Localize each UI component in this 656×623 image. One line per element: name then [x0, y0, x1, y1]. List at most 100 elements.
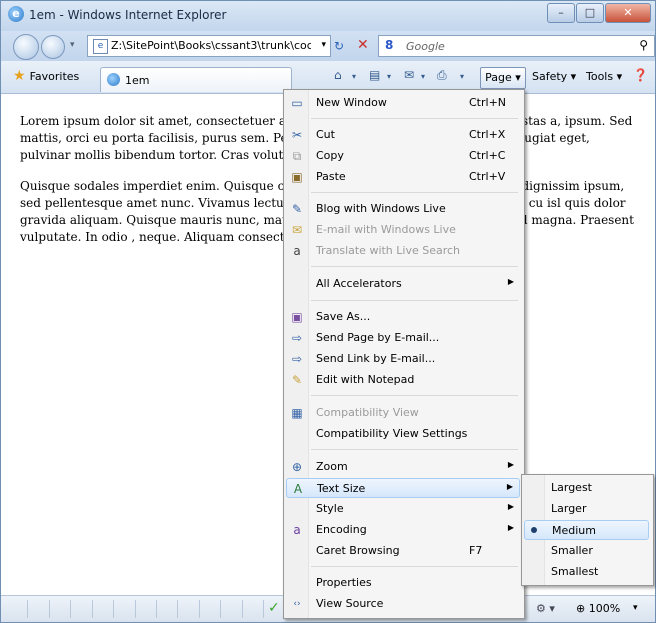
- google-logo-icon: 8: [385, 38, 394, 52]
- refresh-icon[interactable]: ↻: [334, 39, 344, 53]
- menu-separator: [311, 449, 518, 450]
- translate-icon: a: [293, 244, 301, 258]
- minimize-button[interactable]: –: [547, 3, 575, 23]
- menu-item-label: Edit with Notepad: [316, 373, 415, 386]
- menu-item-send-link-email[interactable]: ⇨ Send Link by E-mail...: [286, 349, 520, 369]
- menu-item-label: Blog with Windows Live: [316, 202, 446, 215]
- search-input[interactable]: Google: [406, 40, 445, 53]
- selected-radio-icon: [531, 527, 537, 533]
- print-icon[interactable]: ⎙: [437, 68, 447, 83]
- print-dropdown-icon[interactable]: ▾: [460, 72, 464, 81]
- status-cells: [7, 600, 307, 618]
- text-size-larger[interactable]: Larger: [524, 499, 649, 519]
- menu-item-paste[interactable]: ▣ Paste Ctrl+V: [286, 167, 520, 187]
- menu-item-blog-windows-live[interactable]: ✎ Blog with Windows Live: [286, 199, 520, 219]
- zoom-level[interactable]: ⊕ 100%: [576, 602, 620, 615]
- menu-item-shortcut: Ctrl+N: [469, 96, 507, 109]
- menu-item-save-as[interactable]: ▣ Save As...: [286, 307, 520, 327]
- blog-icon: ✎: [291, 202, 303, 216]
- maximize-button[interactable]: □: [576, 3, 604, 23]
- menu-separator: [311, 300, 518, 301]
- menu-item-shortcut: Ctrl+X: [469, 128, 506, 141]
- zoom-icon: ⊕: [291, 460, 303, 474]
- page-menu: ▭ New Window Ctrl+N ✂ Cut Ctrl+X ⧉ Copy …: [283, 89, 525, 619]
- menu-item-text-size[interactable]: A Text Size ▶: [286, 478, 520, 498]
- recent-pages-dropdown-icon[interactable]: ▾: [70, 40, 75, 50]
- protected-mode-icon[interactable]: ⚙ ▾: [536, 602, 555, 615]
- menu-item-label: Save As...: [316, 310, 371, 323]
- mail-icon[interactable]: ✉: [404, 68, 414, 82]
- home-icon[interactable]: ⌂: [334, 68, 342, 82]
- menu-item-compatibility-view[interactable]: ▦ Compatibility View: [286, 403, 520, 423]
- feeds-dropdown-icon[interactable]: ▾: [387, 72, 391, 81]
- help-icon[interactable]: ❓: [633, 68, 648, 82]
- mail-dropdown-icon[interactable]: ▾: [421, 72, 425, 81]
- menu-item-label: All Accelerators: [316, 277, 402, 290]
- text-size-smallest[interactable]: Smallest: [524, 562, 649, 582]
- menu-item-properties[interactable]: Properties: [286, 573, 520, 593]
- menu-item-label: Send Page by E-mail...: [316, 331, 440, 344]
- text-size-largest[interactable]: Largest: [524, 478, 649, 498]
- close-button[interactable]: ✕: [605, 3, 651, 23]
- text-size-medium[interactable]: Medium: [524, 520, 649, 540]
- submenu-item-label: Smaller: [551, 544, 593, 557]
- menu-item-label: Compatibility View: [316, 406, 419, 419]
- submenu-item-label: Larger: [551, 502, 587, 515]
- menu-item-all-accelerators[interactable]: All Accelerators ▶: [286, 274, 520, 294]
- menu-item-style[interactable]: Style ▶: [286, 499, 520, 519]
- submenu-item-label: Medium: [552, 524, 596, 537]
- address-row: ▾ e Z:\SitePoint\Books\cssant3\trunk\coc…: [1, 31, 655, 61]
- menu-item-shortcut: F7: [469, 544, 483, 557]
- safety-menu-button[interactable]: Safety ▾: [532, 70, 576, 83]
- favorites-button[interactable]: ★ Favorites: [13, 68, 79, 84]
- menu-separator: [311, 566, 518, 567]
- menu-separator: [311, 118, 518, 119]
- feeds-icon[interactable]: ▤: [369, 68, 380, 82]
- menu-item-email-windows-live[interactable]: ✉ E-mail with Windows Live: [286, 220, 520, 240]
- title-bar: e 1em - Windows Internet Explorer – □ ✕: [1, 1, 655, 31]
- zoom-value: 100%: [588, 602, 621, 615]
- menu-item-zoom[interactable]: ⊕ Zoom ▶: [286, 457, 520, 477]
- search-icon[interactable]: ⚲: [639, 38, 648, 52]
- menu-item-compatibility-view-settings[interactable]: Compatibility View Settings: [286, 424, 520, 444]
- menu-item-new-window[interactable]: ▭ New Window Ctrl+N: [286, 93, 520, 113]
- home-dropdown-icon[interactable]: ▾: [352, 72, 356, 81]
- menu-item-caret-browsing[interactable]: Caret Browsing F7: [286, 541, 520, 561]
- encoding-icon: a: [293, 523, 301, 537]
- menu-item-label: Text Size: [317, 482, 366, 495]
- menu-item-label: Compatibility View Settings: [316, 427, 468, 440]
- submenu-item-label: Largest: [551, 481, 592, 494]
- submenu-arrow-icon: ▶: [507, 523, 514, 532]
- text-size-smaller[interactable]: Smaller: [524, 541, 649, 561]
- menu-item-label: Cut: [316, 128, 335, 141]
- menu-item-edit-notepad[interactable]: ✎ Edit with Notepad: [286, 370, 520, 390]
- stop-icon[interactable]: ✕: [357, 37, 369, 53]
- menu-item-copy[interactable]: ⧉ Copy Ctrl+C: [286, 146, 520, 166]
- menu-item-send-page-email[interactable]: ⇨ Send Page by E-mail...: [286, 328, 520, 348]
- new-window-icon: ▭: [291, 96, 303, 110]
- page-menu-button[interactable]: Page ▾: [480, 67, 526, 89]
- tools-menu-button[interactable]: Tools ▾: [586, 70, 622, 83]
- menu-item-view-source[interactable]: ‹› View Source: [286, 594, 520, 614]
- text-size-submenu: Largest Larger Medium Smaller Smallest: [521, 474, 654, 586]
- menu-item-label: Send Link by E-mail...: [316, 352, 436, 365]
- window-controls: – □ ✕: [546, 3, 651, 23]
- menu-item-cut[interactable]: ✂ Cut Ctrl+X: [286, 125, 520, 145]
- menu-item-translate-live-search[interactable]: a Translate with Live Search: [286, 241, 520, 261]
- forward-button[interactable]: [41, 35, 65, 59]
- star-icon: ★: [13, 68, 26, 84]
- back-button[interactable]: [13, 34, 39, 60]
- zoom-dropdown-icon[interactable]: ▾: [633, 603, 638, 613]
- menu-item-encoding[interactable]: a Encoding ▶: [286, 520, 520, 540]
- send-link-icon: ⇨: [291, 352, 303, 366]
- ie-logo-icon: e: [8, 6, 24, 22]
- address-bar[interactable]: e Z:\SitePoint\Books\cssant3\trunk\coc ▾: [87, 35, 331, 57]
- tab-1em[interactable]: 1em: [100, 67, 292, 92]
- compat-icon: ▦: [291, 406, 303, 420]
- menu-item-shortcut: Ctrl+V: [469, 170, 506, 183]
- address-input[interactable]: Z:\SitePoint\Books\cssant3\trunk\coc: [111, 39, 311, 52]
- search-box[interactable]: 8 Google ⚲: [378, 35, 655, 57]
- submenu-arrow-icon: ▶: [507, 460, 514, 469]
- ie-tab-icon: [107, 73, 120, 86]
- address-dropdown-icon[interactable]: ▾: [321, 40, 326, 50]
